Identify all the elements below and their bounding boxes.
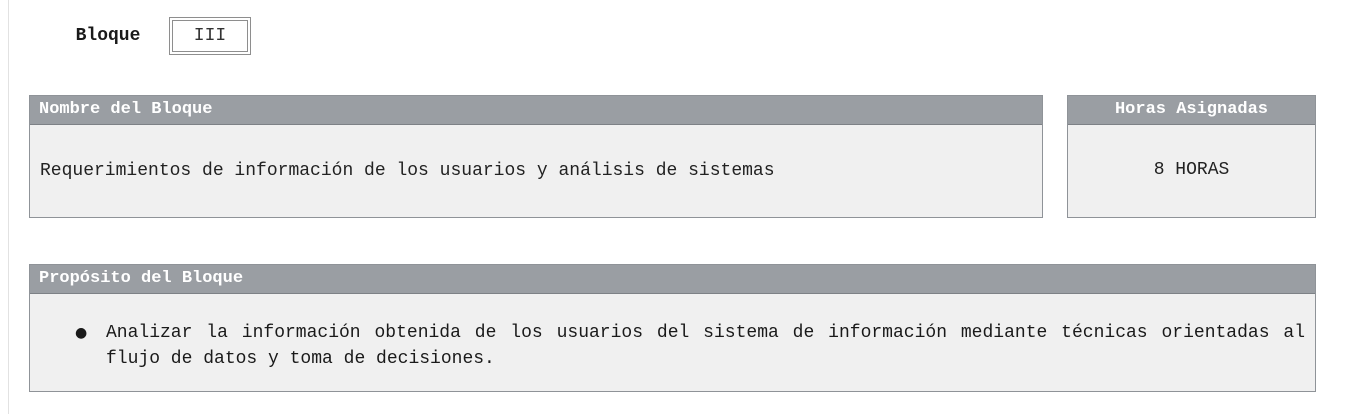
bullet-icon: ● — [75, 325, 88, 341]
bloque-number-field: III — [169, 17, 251, 55]
nombre-del-bloque-header: Nombre del Bloque — [30, 96, 1042, 125]
proposito-del-bloque-section: Propósito del Bloque ● Analizar la infor… — [29, 264, 1316, 392]
horas-asignadas-header: Horas Asignadas — [1068, 96, 1315, 125]
list-item: ● Analizar la información obtenida de lo… — [75, 320, 1305, 372]
page-left-edge — [0, 0, 9, 414]
proposito-item-text: Analizar la información obtenida de los … — [106, 323, 1305, 369]
bloque-label: Bloque — [75, 26, 141, 46]
proposito-del-bloque-header: Propósito del Bloque — [30, 265, 1315, 294]
proposito-list: ● Analizar la información obtenida de lo… — [30, 294, 1315, 372]
nombre-del-bloque-section: Nombre del Bloque Requerimientos de info… — [29, 95, 1043, 218]
horas-asignadas-value: 8 HORAS — [1153, 160, 1230, 180]
nombre-del-bloque-text: Requerimientos de información de los usu… — [40, 161, 775, 181]
horas-asignadas-section: Horas Asignadas 8 HORAS — [1067, 95, 1316, 218]
bloque-row: Bloque III — [58, 17, 251, 55]
